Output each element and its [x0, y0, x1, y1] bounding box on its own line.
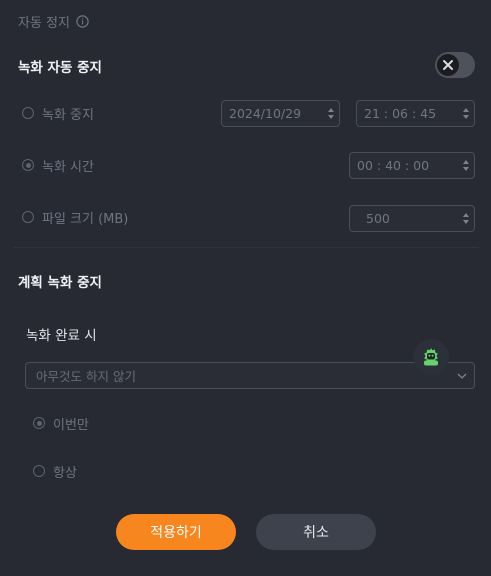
- close-icon: [437, 54, 459, 76]
- file-size-stepper[interactable]: [458, 206, 474, 231]
- radio-duration[interactable]: [22, 159, 34, 171]
- time-stepper[interactable]: [458, 101, 474, 126]
- info-icon[interactable]: [76, 15, 89, 28]
- chevron-down-icon: [450, 373, 474, 379]
- file-size-value: 500: [366, 211, 390, 226]
- auto-stop-section: 자동 정지: [18, 12, 89, 31]
- option-file-size-label: 파일 크기 (MB): [42, 212, 129, 227]
- auto-stop-toggle[interactable]: [435, 52, 475, 78]
- date-stepper[interactable]: [323, 101, 339, 126]
- section-divider: [14, 247, 479, 248]
- scope-once-label: 이번만: [53, 418, 89, 433]
- radio-file-size[interactable]: [22, 211, 34, 223]
- option-duration-label: 녹화 시간: [42, 160, 94, 175]
- radio-once[interactable]: [33, 417, 45, 429]
- auto-stop-label: 자동 정지: [18, 16, 70, 31]
- option-stop-at-label: 녹화 중지: [42, 108, 94, 123]
- on-complete-action-select[interactable]: 아무것도 하지 않기: [25, 362, 475, 389]
- scope-always-label: 항상: [53, 466, 77, 481]
- file-size-field[interactable]: 500: [349, 205, 475, 232]
- radio-stop-at[interactable]: [22, 107, 34, 119]
- date-field[interactable]: 2024/10/29: [221, 100, 340, 127]
- time-value: 21 : 06 : 45: [364, 106, 437, 121]
- action-select-value: 아무것도 하지 않기: [36, 369, 136, 384]
- duration-field[interactable]: 00 : 40 : 00: [349, 152, 475, 179]
- duration-stepper[interactable]: [458, 153, 474, 178]
- apply-button[interactable]: 적용하기: [116, 514, 236, 550]
- cancel-button[interactable]: 취소: [256, 514, 376, 550]
- date-value: 2024/10/29: [229, 106, 302, 121]
- radio-always[interactable]: [33, 465, 45, 477]
- on-complete-label: 녹화 완료 시: [26, 328, 97, 344]
- scheduled-stop-title: 계획 녹화 중지: [18, 275, 102, 291]
- assistant-robot-icon[interactable]: [413, 339, 449, 375]
- record-auto-stop-title: 녹화 자동 중지: [18, 60, 102, 76]
- duration-value: 00 : 40 : 00: [357, 158, 430, 173]
- time-field[interactable]: 21 : 06 : 45: [356, 100, 475, 127]
